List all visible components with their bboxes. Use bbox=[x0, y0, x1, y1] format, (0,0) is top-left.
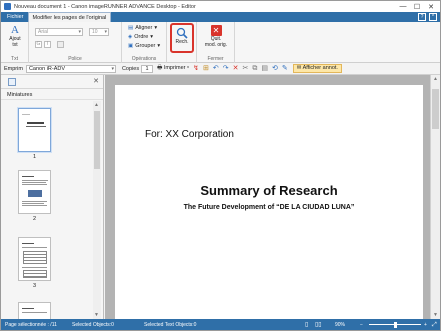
search-icon bbox=[176, 27, 188, 39]
rotate-icon[interactable]: ⟲ bbox=[272, 65, 278, 73]
fit-page-icon[interactable]: ⤢ bbox=[432, 319, 437, 330]
thumbnail-number: 1 bbox=[32, 154, 37, 160]
window-title: Nouveau document 1 - Canon imageRUNNER A… bbox=[14, 3, 196, 10]
order-button[interactable]: ◈ Ordre ▾ bbox=[128, 34, 153, 40]
status-bar: Page sélectionnée : /11 Selected Objects… bbox=[1, 319, 440, 330]
annotation-icon: ✉ bbox=[296, 65, 302, 71]
two-page-view-icon[interactable]: ▯▯ bbox=[315, 319, 322, 330]
font-group: Arial 10 G I Police bbox=[29, 22, 122, 63]
tools-icon[interactable]: ✎ bbox=[282, 65, 288, 73]
redo-icon[interactable]: ↷ bbox=[223, 65, 229, 73]
document-for-line: For: XX Corporation bbox=[145, 129, 234, 140]
group-button[interactable]: ▣ Grouper ▾ bbox=[128, 43, 160, 49]
show-annotations-button[interactable]: ✉ Afficher annot. bbox=[292, 64, 342, 73]
thumbnail-scrollbar[interactable]: ▲ ▼ bbox=[93, 101, 101, 319]
scroll-down-icon[interactable]: ▼ bbox=[433, 312, 438, 318]
align-button[interactable]: ▤ Aligner ▾ bbox=[128, 25, 157, 31]
document-page[interactable]: For: XX Corporation Summary of Research … bbox=[115, 85, 423, 319]
minimize-button[interactable]: — bbox=[396, 1, 410, 12]
align-icon: ▤ bbox=[128, 25, 134, 31]
print-button[interactable]: 🖶 Imprimer ▾ bbox=[157, 64, 189, 73]
close-group-label: Fermer bbox=[207, 56, 224, 62]
italic-button[interactable]: I bbox=[44, 41, 51, 48]
scroll-down-icon[interactable]: ▼ bbox=[94, 312, 99, 318]
document-scrollbar[interactable]: ▲ ▼ bbox=[430, 75, 440, 319]
quit-original-mode-button[interactable]: ✕ Quit. mod. orig. bbox=[201, 25, 231, 48]
thumbnail-page-1[interactable] bbox=[18, 108, 51, 152]
order-icon: ◈ bbox=[128, 34, 133, 40]
group-icon: ▣ bbox=[128, 43, 134, 49]
bold-button[interactable]: G bbox=[35, 41, 42, 48]
printer-label: Emprim bbox=[4, 65, 23, 72]
folder-icon[interactable]: ⊞ bbox=[203, 65, 209, 73]
thumbnail-page-2[interactable] bbox=[18, 170, 51, 214]
thumbnail-panel: ✕ Miniatures 1 2 3 ▲ ▼ bbox=[1, 75, 104, 330]
zoom-level: 90% bbox=[335, 322, 346, 328]
selected-text-objects-status: Selected Text Objects:0 bbox=[144, 322, 197, 328]
undo-icon[interactable]: ↶ bbox=[213, 65, 219, 73]
zoom-in-icon[interactable]: + bbox=[424, 319, 427, 330]
page-view-icon[interactable]: ▯ bbox=[305, 319, 308, 330]
search-group: Rech. bbox=[167, 22, 197, 63]
chevron-down-icon: ▾ bbox=[154, 25, 158, 31]
text-group: A Ajout txt Txt bbox=[1, 22, 29, 63]
document-subtitle: The Future Development of “DE LA CIUDAD … bbox=[183, 204, 355, 211]
thumbnail-number: 2 bbox=[32, 216, 37, 222]
search-button[interactable]: Rech. bbox=[170, 23, 194, 53]
quick-toolbar: Emprim Canon iR-ADV Copies 1 🖶 Imprimer … bbox=[1, 63, 440, 75]
selected-objects-status: Selected Objects:0 bbox=[72, 322, 114, 328]
scroll-up-icon[interactable]: ▲ bbox=[94, 102, 99, 108]
scrollbar-thumb[interactable] bbox=[94, 111, 100, 169]
close-x-icon: ✕ bbox=[210, 25, 222, 36]
page-selection-status: Page sélectionnée : /11 bbox=[5, 322, 57, 328]
close-button[interactable]: ✕ bbox=[424, 1, 438, 12]
copy-icon[interactable]: ⧉ bbox=[252, 65, 257, 73]
zoom-out-icon[interactable]: − bbox=[360, 319, 363, 330]
zoom-slider-thumb[interactable] bbox=[394, 322, 397, 328]
ribbon: A Ajout txt Txt Arial 10 G I Police ▤Ali… bbox=[1, 22, 440, 63]
tab-fichier[interactable]: Fichier bbox=[3, 12, 28, 22]
title-bar: Nouveau document 1 - Canon imageRUNNER A… bbox=[1, 1, 440, 12]
chevron-down-icon: ▾ bbox=[157, 43, 161, 49]
add-text-button[interactable]: A Ajout txt bbox=[4, 24, 26, 48]
font-group-label: Police bbox=[68, 56, 82, 62]
maximize-button[interactable]: ☐ bbox=[410, 1, 424, 12]
pin-icon[interactable]: ↯ bbox=[193, 65, 199, 73]
operations-group-label: Opérations bbox=[131, 56, 157, 62]
document-viewer[interactable]: For: XX Corporation Summary of Research … bbox=[105, 75, 430, 319]
delete-icon[interactable]: ✕ bbox=[233, 65, 239, 73]
thumbnail-page-3[interactable] bbox=[18, 237, 51, 281]
operations-group: ▤ Aligner ▾ ◈ Ordre ▾ ▣ Grouper ▾ Opérations bbox=[122, 22, 167, 63]
scrollbar-thumb[interactable] bbox=[432, 89, 439, 129]
app-icon bbox=[4, 3, 11, 10]
thumbnails-header: Miniatures bbox=[1, 89, 103, 100]
chevron-down-icon: ▾ bbox=[150, 34, 154, 40]
font-size-select[interactable]: 10 bbox=[89, 28, 109, 36]
help-icon[interactable]: ? bbox=[418, 13, 426, 21]
cut-icon[interactable]: ✂ bbox=[242, 65, 248, 73]
printer-icon: 🖶 bbox=[157, 65, 163, 71]
printer-select[interactable]: Canon iR-ADV bbox=[25, 64, 116, 73]
scroll-up-icon[interactable]: ▲ bbox=[433, 76, 438, 82]
editor-window: Nouveau document 1 - Canon imageRUNNER A… bbox=[0, 0, 441, 331]
text-color-button[interactable] bbox=[57, 41, 64, 48]
thumbnail-view-icon[interactable] bbox=[8, 77, 16, 86]
copies-label: Copies bbox=[121, 65, 140, 72]
font-family-select[interactable]: Arial bbox=[35, 28, 83, 36]
paste-icon[interactable]: ▤ bbox=[261, 65, 268, 73]
restore-ribbon-icon[interactable]: ^ bbox=[429, 13, 437, 21]
close-group: ✕ Quit. mod. orig. Fermer bbox=[197, 22, 235, 63]
text-a-icon: A bbox=[11, 24, 19, 36]
close-panel-icon[interactable]: ✕ bbox=[93, 77, 99, 85]
document-title: Summary of Research bbox=[200, 183, 338, 198]
tab-modifier-pages[interactable]: Modifier les pages de l'original bbox=[27, 12, 112, 22]
ribbon-tab-bar: Fichier Modifier les pages de l'original… bbox=[1, 12, 440, 22]
copies-input[interactable]: 1 bbox=[141, 64, 154, 73]
thumbnail-number: 3 bbox=[32, 283, 37, 289]
text-group-label: Txt bbox=[11, 56, 18, 62]
